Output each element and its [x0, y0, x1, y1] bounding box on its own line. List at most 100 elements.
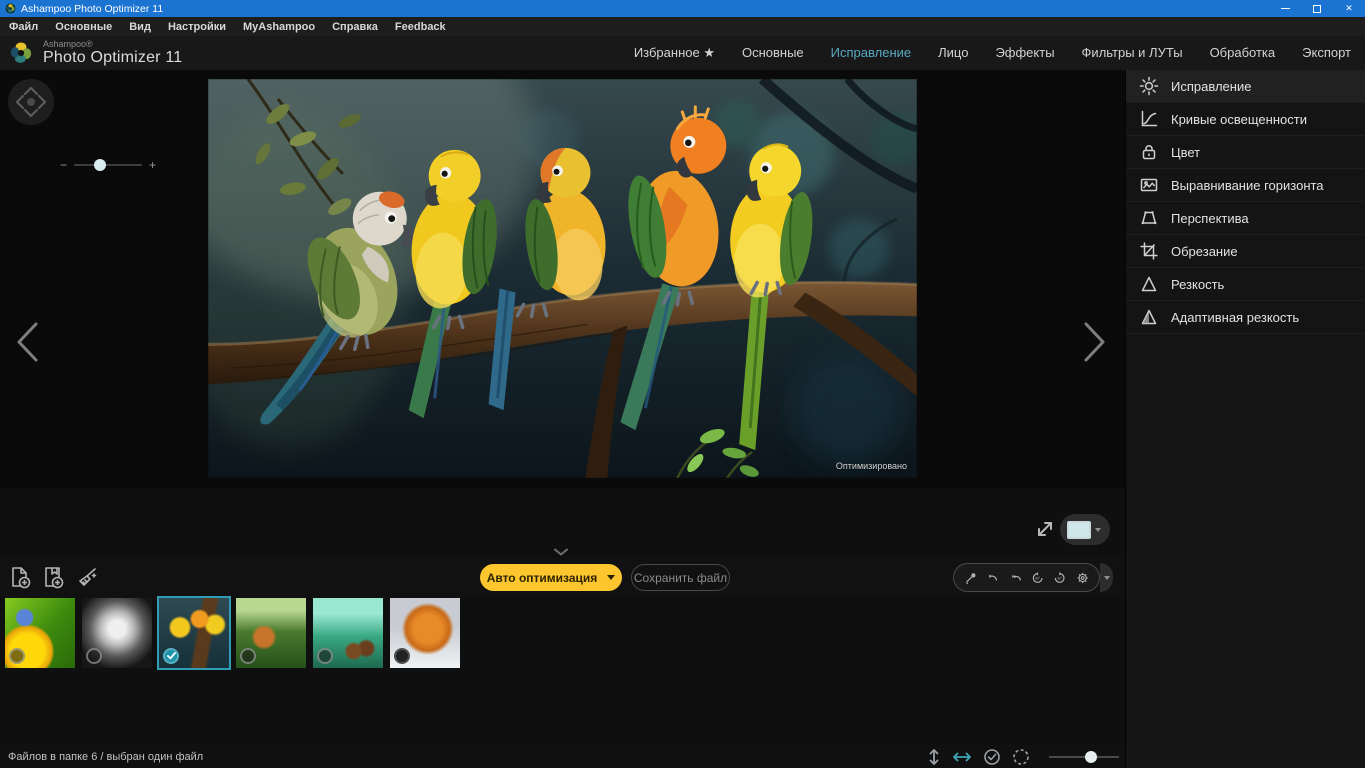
- thumbnail-white-tiger[interactable]: [82, 598, 152, 668]
- sidebar-item-label: Резкость: [1171, 277, 1224, 292]
- add-file-icon[interactable]: [8, 565, 33, 590]
- main-tabs: Избранное ★ Основные Исправление Лицо Эф…: [634, 45, 1351, 61]
- tab-basic[interactable]: Основные: [742, 45, 804, 61]
- collapse-preview-chevron-icon[interactable]: [552, 548, 570, 556]
- brand-logo-icon: [8, 40, 34, 66]
- undo-all-icon[interactable]: [1009, 568, 1022, 588]
- bottom-toolbar: Авто оптимизация Сохранить файл: [0, 558, 1125, 598]
- auto-optimize-caret-icon[interactable]: [607, 575, 615, 580]
- select-circle-icon[interactable]: [86, 648, 102, 664]
- fullscreen-icon[interactable]: [1034, 518, 1056, 540]
- auto-optimize-button[interactable]: Авто оптимизация: [480, 564, 622, 591]
- titlebar: Ashampoo Photo Optimizer 11 ✕: [0, 0, 1365, 17]
- tab-filters-luts[interactable]: Фильтры и ЛУТы: [1082, 45, 1183, 61]
- thumbnail-parrots-selected[interactable]: [159, 598, 229, 668]
- thumbnail-forest-bears[interactable]: [313, 598, 383, 668]
- quick-tools-caret-icon: [1104, 576, 1110, 580]
- sidebar-item-light-curves[interactable]: Кривые освещенности: [1126, 103, 1365, 136]
- adaptive-sharpen-icon: [1139, 307, 1159, 327]
- zoom-slider[interactable]: [74, 164, 142, 166]
- photo-parrots: [208, 79, 917, 478]
- thumbnail-tiger-snow[interactable]: [390, 598, 460, 668]
- tab-processing[interactable]: Обработка: [1210, 45, 1276, 61]
- clean-broom-icon[interactable]: [74, 565, 99, 590]
- menu-settings[interactable]: Настройки: [168, 21, 226, 33]
- rotate-selection-icon[interactable]: [1012, 748, 1030, 766]
- select-circle-icon[interactable]: [394, 648, 410, 664]
- app-icon: [5, 3, 16, 14]
- rotate-left-icon[interactable]: 90°: [1031, 568, 1044, 588]
- tab-favorites[interactable]: Избранное ★: [634, 45, 715, 61]
- fit-width-icon[interactable]: [952, 750, 972, 764]
- correction-sidebar: Исправление Кривые освещенности Цвет: [1125, 70, 1365, 768]
- previous-image-button[interactable]: [12, 320, 42, 364]
- select-circle-icon[interactable]: [317, 648, 333, 664]
- optimized-badge: Оптимизировано: [836, 461, 907, 471]
- thumbnail-butterfly-flower[interactable]: [5, 598, 75, 668]
- quick-tools-caret-button[interactable]: [1100, 563, 1113, 592]
- color-lock-icon: [1139, 142, 1159, 162]
- sidebar-item-label: Исправление: [1171, 79, 1251, 94]
- thumbnail-squirrel-forest[interactable]: [236, 598, 306, 668]
- sidebar-item-label: Цвет: [1171, 145, 1200, 160]
- compare-caret-icon[interactable]: [1095, 528, 1101, 532]
- menu-feedback[interactable]: Feedback: [395, 21, 446, 33]
- select-circle-icon[interactable]: [240, 648, 256, 664]
- menu-myashampoo[interactable]: MyAshampoo: [243, 21, 315, 33]
- thumbnail-size-knob[interactable]: [1085, 751, 1097, 763]
- menubar: Файл Основные Вид Настройки MyAshampoo С…: [0, 17, 1365, 36]
- rotate-right-icon[interactable]: 90°: [1053, 568, 1066, 588]
- sidebar-item-correction[interactable]: Исправление: [1126, 70, 1365, 103]
- close-button[interactable]: ✕: [1333, 0, 1365, 17]
- tab-face[interactable]: Лицо: [938, 45, 968, 61]
- svg-text:90°: 90°: [1035, 576, 1041, 580]
- pan-center-dot: [27, 98, 35, 106]
- sidebar-item-label: Выравнивание горизонта: [1171, 178, 1324, 193]
- sidebar-item-adaptive-sharpen[interactable]: Адаптивная резкость: [1126, 301, 1365, 334]
- sidebar-item-crop[interactable]: Обрезание: [1126, 235, 1365, 268]
- show-optimized-filter-icon[interactable]: [983, 748, 1001, 766]
- selected-check-icon[interactable]: [163, 648, 179, 664]
- sidebar-item-label: Обрезание: [1171, 244, 1238, 259]
- pan-control[interactable]: [7, 78, 55, 126]
- sidebar-item-perspective[interactable]: Перспектива: [1126, 202, 1365, 235]
- maximize-button[interactable]: [1301, 0, 1333, 17]
- zoom-in-icon[interactable]: +: [149, 159, 156, 171]
- tab-correction[interactable]: Исправление: [831, 45, 911, 61]
- curves-icon: [1139, 109, 1159, 129]
- tab-export[interactable]: Экспорт: [1302, 45, 1351, 61]
- compare-view-toggle[interactable]: [1060, 514, 1110, 545]
- photo-canvas[interactable]: Оптимизировано: [208, 79, 917, 478]
- sidebar-item-label: Кривые освещенности: [1171, 112, 1307, 127]
- sharpen-icon: [1139, 274, 1159, 294]
- minimize-button[interactable]: [1269, 0, 1301, 17]
- statusbar: Файлов в папке 6 / выбран один файл: [0, 745, 1125, 768]
- select-circle-icon[interactable]: [9, 648, 25, 664]
- thumbnail-size-slider[interactable]: [1049, 756, 1119, 758]
- sidebar-item-color[interactable]: Цвет: [1126, 136, 1365, 169]
- sidebar-item-sharpen[interactable]: Резкость: [1126, 268, 1365, 301]
- single-view-icon: [1067, 521, 1091, 539]
- zoom-control: − +: [60, 159, 156, 171]
- menu-help[interactable]: Справка: [332, 21, 378, 33]
- add-folder-icon[interactable]: [41, 565, 66, 590]
- settings-gear-icon[interactable]: [1076, 568, 1089, 588]
- auto-optimize-label: Авто оптимизация: [487, 571, 598, 585]
- menu-basic[interactable]: Основные: [55, 21, 112, 33]
- menu-view[interactable]: Вид: [129, 21, 151, 33]
- undo-icon[interactable]: [986, 568, 999, 588]
- crop-icon: [1139, 241, 1159, 261]
- zoom-out-icon[interactable]: −: [60, 159, 67, 171]
- tab-effects[interactable]: Эффекты: [995, 45, 1054, 61]
- save-file-button[interactable]: Сохранить файл: [631, 564, 730, 591]
- product-name: Photo Optimizer 11: [43, 49, 182, 66]
- zoom-slider-knob[interactable]: [94, 159, 106, 171]
- next-image-button[interactable]: [1080, 320, 1110, 364]
- menu-file[interactable]: Файл: [9, 21, 38, 33]
- retouch-wand-icon[interactable]: [964, 568, 977, 588]
- fit-height-icon[interactable]: [927, 748, 941, 766]
- horizon-image-icon: [1139, 175, 1159, 195]
- sidebar-item-label: Адаптивная резкость: [1171, 310, 1299, 325]
- svg-text:90°: 90°: [1057, 576, 1063, 580]
- sidebar-item-horizon-align[interactable]: Выравнивание горизонта: [1126, 169, 1365, 202]
